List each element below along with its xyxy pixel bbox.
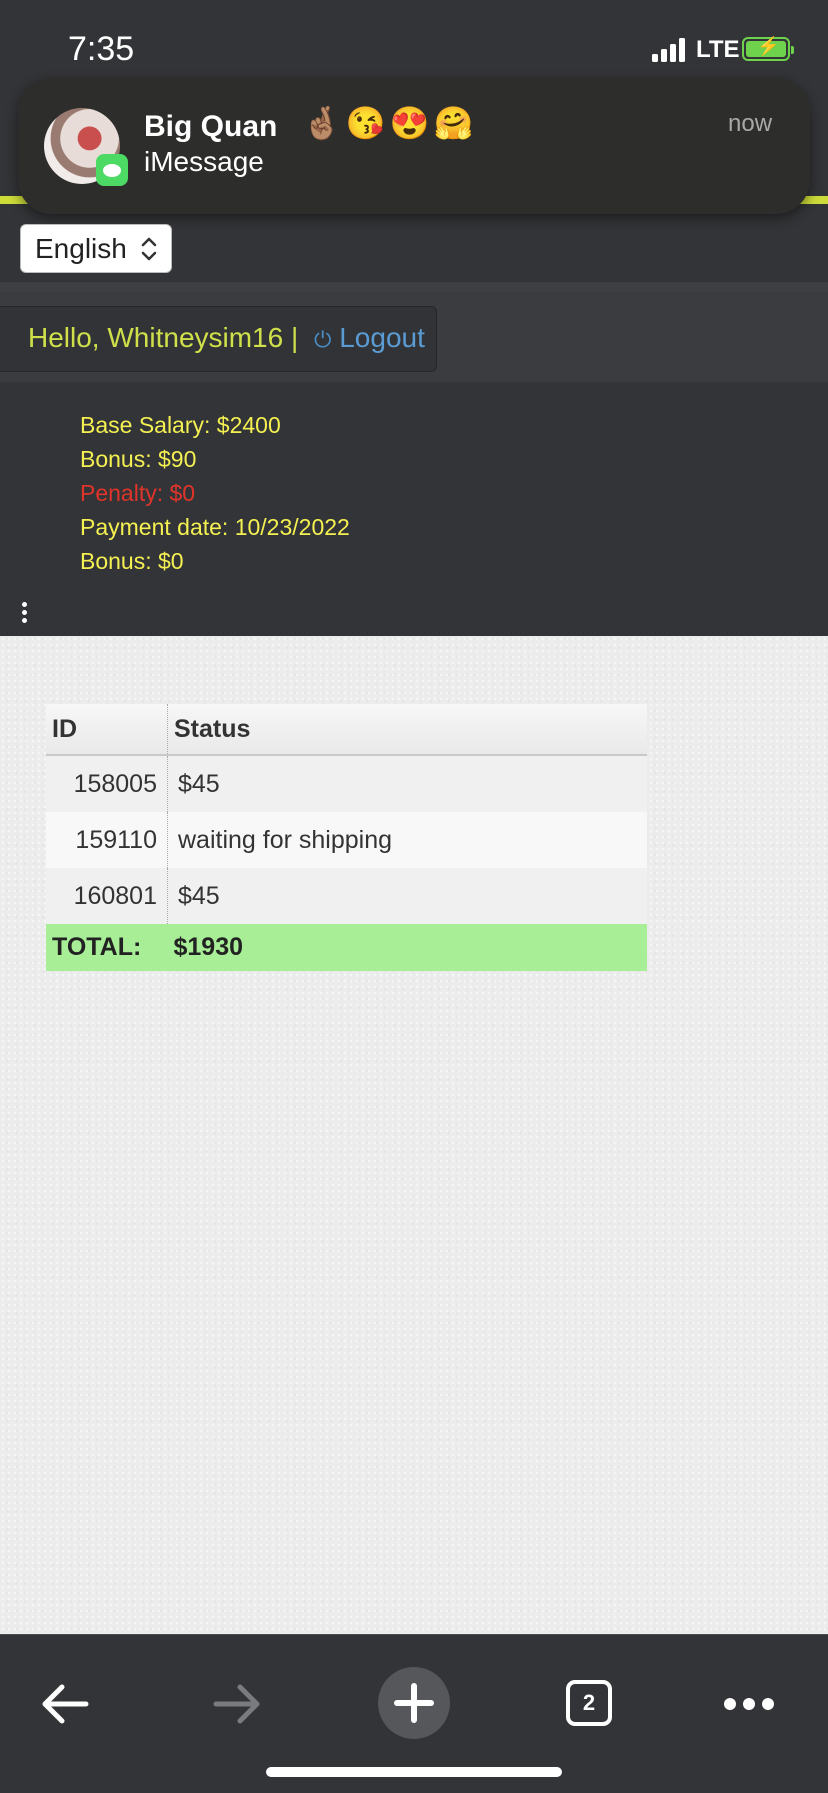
cell-id: 158005 — [46, 755, 168, 812]
table-row: 159110 waiting for shipping — [46, 812, 647, 868]
notification-emojis: 🤞🏽😘😍🤗 — [302, 105, 478, 141]
chevron-updown-icon — [139, 225, 159, 290]
cell-id: 160801 — [46, 868, 168, 924]
vertical-ellipsis-icon[interactable] — [22, 602, 30, 626]
bonus: Bonus: $90 — [80, 446, 197, 472]
message-notification[interactable]: Big Quan 🤞🏽😘😍🤗 iMessage now — [18, 78, 810, 214]
salary-summary: Base Salary: $2400 Bonus: $90 Penalty: $… — [80, 408, 350, 578]
payment-date: Payment date: 10/23/2022 — [80, 514, 350, 540]
column-header-id[interactable]: ID — [46, 704, 168, 756]
base-salary: Base Salary: $2400 — [80, 412, 281, 438]
orders-table: ID Status 158005 $45 159110 waiting for … — [46, 704, 647, 971]
notification-app: iMessage — [144, 146, 264, 177]
status-bar: 7:35 LTE ⚡ — [0, 0, 828, 80]
home-indicator[interactable] — [266, 1767, 562, 1777]
table-header-row: ID Status — [46, 704, 647, 756]
penalty: Penalty: $0 — [80, 480, 196, 506]
column-header-status[interactable]: Status — [167, 704, 647, 756]
cellular-signal-icon — [652, 38, 686, 62]
greeting-text: Hello, Whitneysim16 | — [28, 322, 299, 353]
language-select[interactable]: English — [20, 224, 172, 273]
network-type: LTE — [696, 36, 740, 63]
cell-status: $45 — [167, 755, 647, 812]
table-row: 158005 $45 — [46, 755, 647, 812]
bonus-secondary: Bonus: $0 — [80, 548, 184, 574]
table-row: 160801 $45 — [46, 868, 647, 924]
status-time: 7:35 — [68, 30, 135, 68]
user-bar: Hello, Whitneysim16 | ⏻ Logout — [0, 292, 828, 382]
notification-time: now — [728, 110, 773, 137]
forward-arrow-icon[interactable] — [210, 1677, 264, 1736]
imessage-icon — [96, 154, 128, 186]
new-tab-plus-icon[interactable] — [378, 1667, 450, 1739]
greeting: Hello, Whitneysim16 | ⏻ Logout — [28, 322, 425, 354]
header-divider — [0, 282, 828, 292]
battery-charging-icon: ⚡ — [742, 36, 794, 61]
cell-status: $45 — [167, 868, 647, 924]
total-row: TOTAL: $1930 — [46, 924, 647, 971]
more-menu-icon[interactable] — [724, 1697, 781, 1715]
notification-sender: Big Quan — [144, 110, 278, 143]
cell-id: 159110 — [46, 812, 168, 868]
logout-link[interactable]: Logout — [339, 322, 425, 353]
language-selected: English — [35, 233, 127, 264]
cell-status: waiting for shipping — [167, 812, 647, 868]
power-icon: ⏻ — [314, 327, 332, 352]
back-arrow-icon[interactable] — [38, 1677, 92, 1736]
total-label: TOTAL: — [46, 924, 168, 971]
tab-switcher-button[interactable]: 2 — [566, 1680, 612, 1726]
total-value: $1930 — [167, 924, 647, 971]
